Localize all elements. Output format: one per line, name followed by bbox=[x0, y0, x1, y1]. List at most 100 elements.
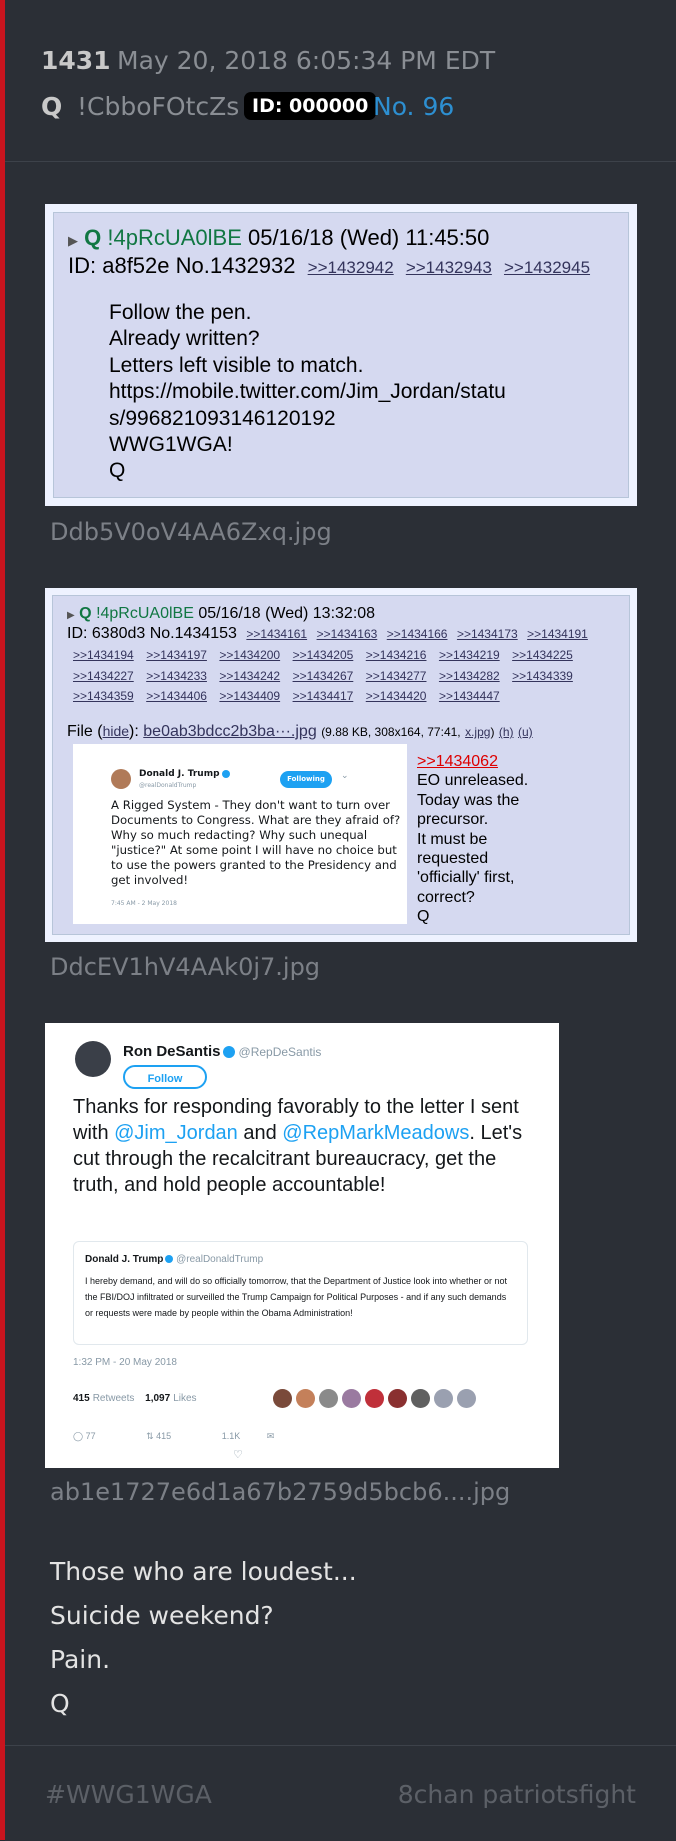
reply-link[interactable]: >>1434205 bbox=[293, 648, 354, 662]
tweet-handle: @realDonaldTrump bbox=[139, 782, 197, 789]
x-link[interactable]: x.jpg bbox=[465, 725, 490, 739]
quoted-line: Follow the pen. bbox=[109, 301, 252, 324]
reply-link[interactable]: >>1434282 bbox=[439, 669, 500, 683]
avatar bbox=[457, 1389, 476, 1408]
file-sep: ): bbox=[129, 723, 139, 740]
u-link[interactable]: (u) bbox=[518, 725, 533, 739]
tweet-actions: ◯ 77 ⇅ 415 1.1K ✉ bbox=[73, 1431, 298, 1442]
quoted-line: Letters left visible to match. bbox=[109, 353, 364, 377]
heart-icon: ♡ bbox=[233, 1449, 243, 1461]
reply-link[interactable]: >>1434359 bbox=[73, 689, 134, 703]
reply-link[interactable]: >>1434216 bbox=[366, 648, 427, 662]
reply-link[interactable]: >>1434191 bbox=[527, 627, 588, 641]
body-line: Pain. bbox=[50, 1645, 111, 1674]
quoted-line: https://mobile.twitter.com/Jim_Jordan/st… bbox=[109, 380, 506, 404]
reply-row: >>1434227 >>1434233 >>1434242 >>1434267 … bbox=[73, 667, 633, 688]
tweet-time: 7:45 AM - 2 May 2018 bbox=[111, 900, 177, 907]
avatar bbox=[319, 1389, 338, 1408]
quoted-tweet: Donald J. Trump @realDonaldTrump I hereb… bbox=[73, 1241, 528, 1345]
tweet-time: 1:32 PM - 20 May 2018 bbox=[73, 1357, 177, 1368]
tweet-author: Ron DeSantis @RepDeSantis bbox=[123, 1043, 322, 1060]
file-meta: (9.88 KB, 308x164, 77:41, bbox=[321, 725, 461, 739]
hide-link[interactable]: hide bbox=[103, 723, 129, 739]
quoted-author-trip: !4pRcUA0lBE bbox=[96, 605, 194, 622]
tweet-text: A Rigged System - They don't want to tur… bbox=[111, 798, 401, 887]
reply-link[interactable]: >>1434200 bbox=[219, 648, 280, 662]
reply-link[interactable]: >>1434339 bbox=[512, 669, 573, 683]
avatar bbox=[388, 1389, 407, 1408]
embedded-tweet-trump: Donald J. Trump @realDonaldTrump Followi… bbox=[73, 744, 407, 924]
reply-link[interactable]: >>1434219 bbox=[439, 648, 500, 662]
reply-link[interactable]: >>1434277 bbox=[366, 669, 427, 683]
reply-link[interactable]: >>1434062 bbox=[417, 752, 528, 771]
body-line: Suicide weekend? bbox=[50, 1601, 274, 1630]
quoted-author-name: Q bbox=[79, 605, 92, 622]
like-count: 1.1K bbox=[221, 1431, 241, 1441]
reply-row: >>1434359 >>1434406 >>1434409 >>1434417 … bbox=[73, 687, 633, 708]
reply-icon: ◯ 77 bbox=[73, 1431, 96, 1441]
quoted-line: requested bbox=[417, 850, 489, 868]
reply-link[interactable]: >>1434420 bbox=[366, 689, 427, 703]
quoted-line: precursor. bbox=[417, 811, 489, 829]
reply-link[interactable]: >>1434406 bbox=[146, 689, 207, 703]
avatar bbox=[273, 1389, 292, 1408]
file-link[interactable]: be0ab3bdcc2b3ba···.jpg bbox=[143, 723, 316, 740]
image-filename-1[interactable]: Ddb5V0oV4AA6Zxq.jpg bbox=[50, 518, 332, 546]
h-link[interactable]: (h) bbox=[499, 725, 514, 739]
quoted-post-1-header: ▶ Q !4pRcUA0lBE 05/16/18 (Wed) 11:45:50 bbox=[68, 225, 489, 251]
body-line: Those who are loudest... bbox=[50, 1557, 357, 1586]
image-filename-2[interactable]: DdcEV1hV4AAk0j7.jpg bbox=[50, 953, 320, 981]
reply-link[interactable]: >>1432942 bbox=[308, 258, 394, 277]
avatar bbox=[296, 1389, 315, 1408]
quoted-line: Q bbox=[417, 908, 430, 926]
reply-link[interactable]: >>1434225 bbox=[512, 648, 573, 662]
reply-link[interactable]: >>1434242 bbox=[219, 669, 280, 683]
quoted-id-no: ID: a8f52e No.1432932 bbox=[68, 253, 296, 278]
reply-link[interactable]: >>1434267 bbox=[293, 669, 354, 683]
avatar bbox=[365, 1389, 384, 1408]
reply-link[interactable]: >>1434161 bbox=[246, 627, 307, 641]
post-footer: #WWG1WGA 8chan patriotsfight bbox=[5, 1745, 676, 1841]
reply-link[interactable]: >>1434194 bbox=[73, 648, 134, 662]
file-info: File (hide): be0ab3bdcc2b3ba···.jpg (9.8… bbox=[67, 723, 533, 740]
reply-row: >>1434194 >>1434197 >>1434200 >>1434205 … bbox=[73, 646, 633, 667]
post-body: Those who are loudest... Suicide weekend… bbox=[50, 1550, 357, 1726]
reply-link[interactable]: >>1434417 bbox=[293, 689, 354, 703]
reply-link[interactable]: >>1434166 bbox=[387, 627, 448, 641]
reply-link[interactable]: >>1434197 bbox=[146, 648, 207, 662]
tweet-text: Thanks for responding favorably to the l… bbox=[73, 1096, 523, 1196]
reply-link[interactable]: >>1434233 bbox=[146, 669, 207, 683]
reply-link[interactable]: >>1434163 bbox=[317, 627, 378, 641]
quoted-line: It must be bbox=[417, 830, 488, 848]
quoted-line: Already written? bbox=[109, 327, 260, 351]
quoted-post-image-1[interactable]: ▶ Q !4pRcUA0lBE 05/16/18 (Wed) 11:45:50 … bbox=[45, 204, 637, 506]
quoted-line: correct? bbox=[417, 888, 475, 906]
expand-triangle-icon: ▶ bbox=[68, 233, 78, 248]
quoted-line: Q bbox=[109, 459, 126, 483]
q-post: 1431 May 20, 2018 6:05:34 PM EDT Q !Cbbo… bbox=[0, 0, 676, 1841]
verified-icon bbox=[222, 1046, 235, 1059]
tweet-image-desantis[interactable]: Ron DeSantis @RepDeSantis Follow Thanks f… bbox=[45, 1023, 559, 1468]
avatar bbox=[75, 1041, 111, 1077]
file-label: File ( bbox=[67, 723, 103, 740]
reply-link[interactable]: >>1434447 bbox=[439, 689, 500, 703]
post-number: 1431 bbox=[41, 46, 111, 75]
quoted-tweet-text: I hereby demand, and will do so official… bbox=[85, 1276, 508, 1318]
author-name: Q bbox=[41, 92, 63, 121]
quoted-post-image-2[interactable]: ▶ Q !4pRcUA0lBE 05/16/18 (Wed) 13:32:08 … bbox=[45, 588, 637, 942]
post-no-link[interactable]: No. 96 bbox=[373, 92, 454, 121]
quoted-author-name: Q bbox=[84, 225, 102, 250]
reply-link[interactable]: >>1434227 bbox=[73, 669, 134, 683]
reply-link[interactable]: >>1434409 bbox=[219, 689, 280, 703]
reply-link[interactable]: >>1432943 bbox=[406, 258, 492, 277]
reply-link[interactable]: >>1434173 bbox=[457, 627, 518, 641]
reply-link[interactable]: >>1432945 bbox=[504, 258, 590, 277]
quoted-id-no: ID: 6380d3 No.1434153 bbox=[67, 625, 237, 642]
body-line: Q bbox=[50, 1689, 70, 1718]
quoted-line: 'officially' first, bbox=[417, 869, 515, 887]
verified-icon bbox=[165, 1255, 174, 1264]
author-tripcode: !CbboFOtcZs bbox=[77, 92, 240, 121]
quoted-line: EO unreleased. bbox=[417, 772, 529, 790]
quoted-datetime: 05/16/18 (Wed) 13:32:08 bbox=[198, 605, 376, 622]
image-filename-3[interactable]: ab1e1727e6d1a67b2759d5bcb6....jpg bbox=[50, 1478, 510, 1506]
